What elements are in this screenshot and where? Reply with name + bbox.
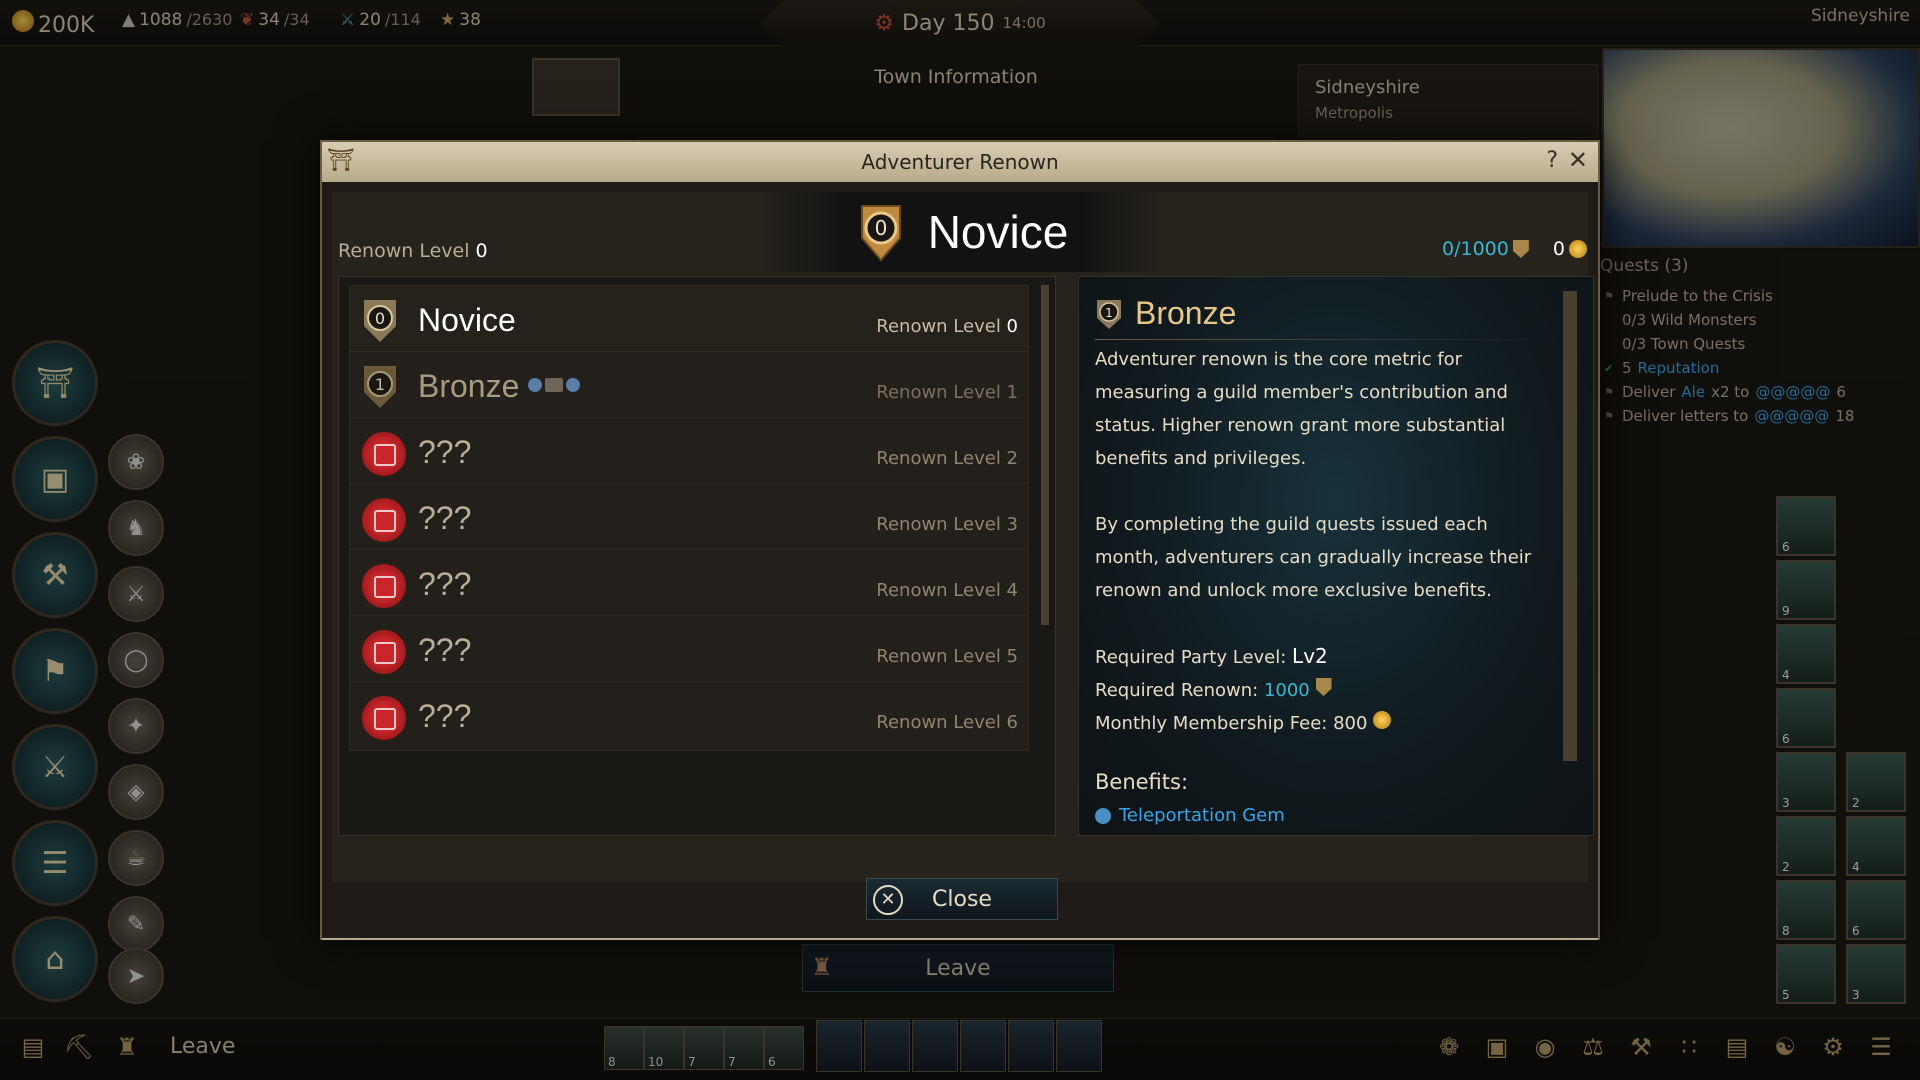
rank-medal-icon: 1: [364, 366, 396, 408]
required-party-level-label: Required Party Level:: [1095, 647, 1293, 668]
renown-level-label: Renown Level 0: [338, 240, 488, 262]
renown-level-text: Renown Level: [338, 240, 476, 262]
current-rank-name: Novice: [927, 206, 1069, 258]
help-button[interactable]: ?: [1546, 148, 1558, 173]
wax-seal-lock-icon: [362, 498, 406, 542]
renown-shield-icon: [1315, 678, 1332, 696]
rank-name: Novice: [418, 302, 516, 338]
benefit-item[interactable]: Teleportation Gem: [1095, 799, 1555, 832]
rank-medal-number: 1: [375, 375, 385, 394]
detail-description: Adventurer renown is the core metric for…: [1095, 349, 1508, 469]
rank-level-label: Renown Level: [876, 646, 1007, 667]
detail-description: By completing the guild quests issued ea…: [1095, 514, 1532, 601]
renown-shield-icon: [1512, 240, 1529, 258]
gem-icon: [528, 378, 542, 392]
rank-list-scrollbar[interactable]: [1041, 285, 1049, 625]
rank-row-locked[interactable]: ??? Renown Level 5: [349, 615, 1029, 685]
wax-seal-lock-icon: [362, 696, 406, 740]
rank-name: ???: [418, 566, 472, 602]
wax-seal-lock-icon: [362, 564, 406, 608]
benefits-header: Benefits:: [1095, 770, 1189, 794]
rank-benefit-icons: [528, 378, 580, 392]
rank-level: Renown Level 4: [876, 580, 1018, 601]
required-party-level-value: Lv2: [1292, 644, 1328, 668]
wax-seal-lock-icon: [362, 432, 406, 476]
required-renown-label: Required Renown:: [1095, 680, 1264, 701]
detail-rank-name: Bronze: [1135, 295, 1237, 331]
dialog-title: Adventurer Renown: [861, 150, 1059, 174]
required-party-level: Required Party Level: Lv2: [1095, 640, 1555, 674]
rank-row-novice[interactable]: 0 Novice Renown Level 0: [349, 285, 1029, 358]
chest-icon: [545, 378, 563, 392]
rank-level: Renown Level 2: [876, 448, 1018, 469]
monthly-fee-label: Monthly Membership Fee:: [1095, 713, 1334, 734]
detail-body: Adventurer renown is the core metric for…: [1095, 343, 1555, 832]
rank-row-bronze[interactable]: 1 Bronze Renown Level 1: [349, 351, 1029, 424]
dialog-bottom-border: [322, 938, 1598, 940]
rank-medal-icon: 1: [1097, 299, 1121, 329]
rank-name: ???: [418, 698, 472, 734]
gem-icon: [1095, 807, 1111, 824]
rank-detail-panel: 1 Bronze Adventurer renown is the core m…: [1078, 276, 1594, 836]
rank-level: Renown Level 3: [876, 514, 1018, 535]
rank-name: ???: [418, 632, 472, 668]
rank-level-value: 6: [1006, 712, 1018, 733]
rank-medal-icon: 0: [860, 205, 901, 262]
required-renown-value: 1000: [1263, 680, 1310, 701]
crown-coin-icon: [1373, 711, 1392, 729]
detail-scrollbar[interactable]: [1563, 291, 1577, 761]
rank-level-value: 1: [1006, 382, 1018, 403]
current-rank-banner: 0 Novice: [762, 192, 1162, 272]
crown-coin-icon: [1568, 240, 1587, 258]
rank-medal-number: 0: [375, 309, 385, 328]
rank-row-locked[interactable]: ??? Renown Level 4: [349, 549, 1029, 619]
rank-level: Renown Level 1: [876, 382, 1018, 403]
detail-divider: [1095, 339, 1555, 340]
rank-level-label: Renown Level: [876, 316, 1007, 337]
rank-level: Renown Level 0: [876, 316, 1018, 337]
close-icon[interactable]: ✕: [1568, 146, 1588, 174]
rank-level-label: Renown Level: [876, 382, 1007, 403]
rank-level-label: Renown Level: [876, 712, 1007, 733]
rank-level: Renown Level 6: [876, 712, 1018, 733]
renown-level-value: 0: [475, 240, 488, 262]
gold-balance: 0: [1552, 238, 1565, 260]
rank-level-value: 4: [1006, 580, 1018, 601]
rank-row-locked[interactable]: ??? Renown Level 6: [349, 681, 1029, 751]
dialog-title-bar: ⛩ Adventurer Renown ? ✕: [322, 142, 1598, 182]
rank-list: 0 Novice Renown Level 0 1 Bronze Renown …: [338, 276, 1056, 836]
monthly-fee: Monthly Membership Fee: 800: [1095, 707, 1555, 740]
detail-header: 1 Bronze: [1095, 295, 1236, 332]
rank-row-locked[interactable]: ??? Renown Level 3: [349, 483, 1029, 553]
renown-progress: 0/1000 0: [1442, 238, 1587, 260]
close-circle-icon: ✕: [873, 885, 903, 915]
rank-name: ???: [418, 434, 472, 470]
rank-name: Bronze: [418, 368, 520, 404]
adventurer-renown-dialog: ⛩ Adventurer Renown ? ✕ 0 Novice Renown …: [320, 140, 1600, 940]
rank-level-value: 3: [1006, 514, 1018, 535]
wax-seal-lock-icon: [362, 630, 406, 674]
benefit-label: Teleportation Gem: [1119, 805, 1285, 826]
required-renown: Required Renown: 1000: [1095, 674, 1555, 707]
rank-medal-number: 0: [874, 216, 887, 240]
rank-level-value: 5: [1006, 646, 1018, 667]
guild-crest-icon: ⛩: [327, 148, 355, 173]
rank-level-label: Renown Level: [876, 448, 1007, 469]
rank-level-label: Renown Level: [876, 580, 1007, 601]
rank-medal-number: 1: [1105, 306, 1113, 320]
rank-row-locked[interactable]: ??? Renown Level 2: [349, 417, 1029, 487]
badge-icon: [566, 378, 580, 392]
rank-medal-icon: 0: [364, 300, 396, 342]
rank-level-label: Renown Level: [876, 514, 1007, 535]
close-button-label: Close: [932, 886, 992, 912]
close-button[interactable]: ✕ Close: [866, 878, 1058, 920]
rank-name: ???: [418, 500, 472, 536]
rank-level: Renown Level 5: [876, 646, 1018, 667]
rank-level-value: 2: [1006, 448, 1018, 469]
monthly-fee-value: 800: [1333, 713, 1368, 734]
rank-level-value: 0: [1006, 316, 1018, 337]
renown-progress-value: 0/1000: [1442, 238, 1509, 260]
